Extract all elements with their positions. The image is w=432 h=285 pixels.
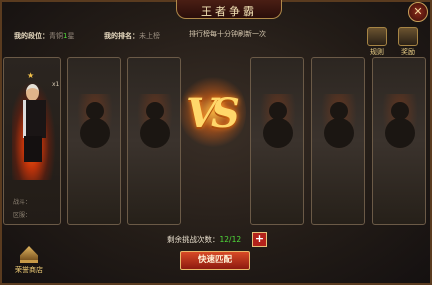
remaining-count: 12/12 — [219, 235, 242, 244]
vs-text: VS — [186, 90, 240, 137]
rank-info: 我的段位：青铜1星 — [14, 31, 74, 41]
rules-button[interactable]: 规则 — [366, 27, 388, 56]
star-icon: ★ — [27, 71, 35, 80]
opponent-slot[interactable] — [372, 57, 426, 225]
honor-shop-button[interactable]: 荣誉商店 — [13, 246, 45, 275]
remaining-challenges: 剩余挑战次数：12/12 — [167, 234, 241, 245]
player-power-label: 战斗： — [13, 199, 32, 206]
vs-emblem: VS — [180, 72, 246, 152]
empty-opponent-icon — [77, 94, 113, 152]
close-button[interactable]: ✕ — [408, 2, 428, 22]
empty-opponent-icon — [321, 94, 357, 152]
rewards-label: 奖励 — [401, 48, 415, 56]
ranking-info: 我的排名：未上榜 — [104, 31, 160, 41]
empty-opponent-icon — [382, 94, 418, 152]
treasure-icon — [398, 27, 418, 46]
refresh-note: 排行榜每十分钟刷新一次 — [189, 30, 266, 38]
page-title: 王者争霸 — [201, 5, 257, 18]
opponent-slot[interactable] — [250, 57, 304, 225]
rank-label: 我的段位： — [14, 32, 49, 40]
rules-label: 规则 — [370, 48, 384, 56]
honor-shop-label: 荣誉商店 — [15, 266, 43, 274]
quick-match-button[interactable]: 快速匹配 — [180, 251, 250, 270]
player-card: ★ x1 战斗： 区服： — [3, 57, 61, 225]
scroll-icon — [367, 27, 387, 46]
ranking-value: 未上榜 — [139, 32, 160, 40]
opponent-slot[interactable] — [311, 57, 365, 225]
player-avatar — [12, 80, 56, 180]
empty-opponent-icon — [260, 94, 296, 152]
empty-opponent-icon — [137, 94, 173, 152]
shop-pagoda-icon — [20, 246, 38, 263]
rank-value-prefix: 青铜 — [49, 32, 63, 40]
title-banner: 王者争霸 — [176, 0, 282, 19]
ranking-label: 我的排名： — [104, 32, 139, 40]
remaining-label: 剩余挑战次数： — [167, 235, 220, 244]
rewards-button[interactable]: 奖励 — [397, 27, 419, 56]
rank-value-suffix: 星 — [67, 32, 75, 40]
opponent-slot[interactable] — [67, 57, 121, 225]
add-challenges-button[interactable]: + — [252, 232, 267, 247]
opponent-slot[interactable] — [127, 57, 181, 225]
player-server-label: 区服： — [13, 212, 32, 219]
